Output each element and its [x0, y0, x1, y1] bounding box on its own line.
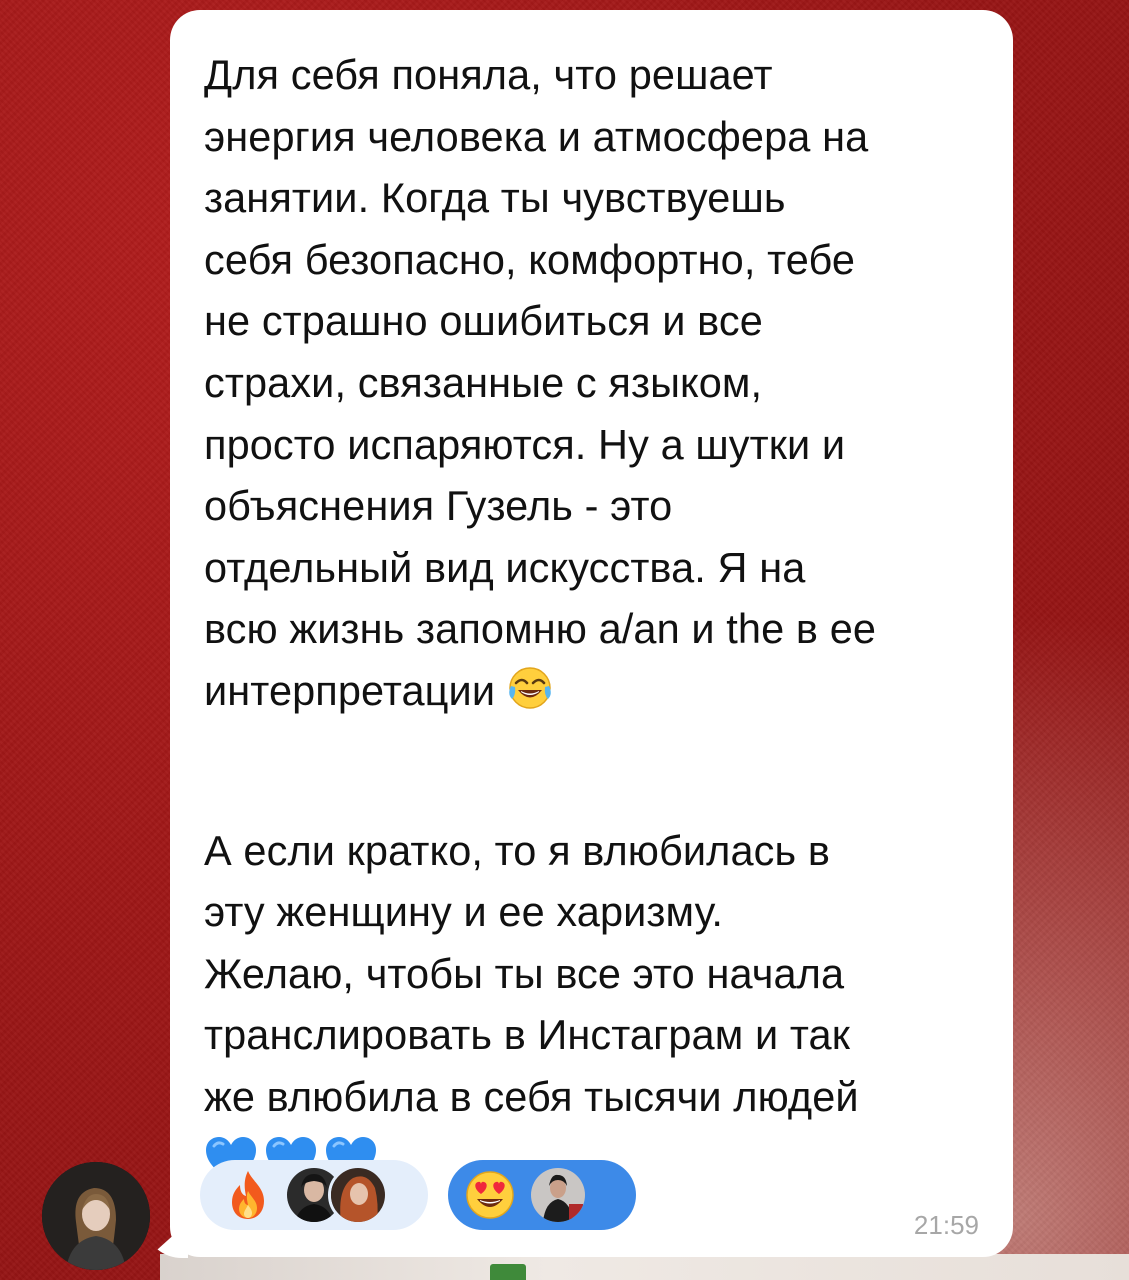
message-line: всю жизнь запомню a/an и the в ее [204, 605, 877, 653]
bottom-edge-mark [490, 1264, 526, 1280]
message-line: объяснения Гузель - это [204, 482, 673, 530]
message-line: интерпретации [204, 666, 496, 714]
reactor-avatar [528, 1165, 588, 1225]
sender-avatar[interactable] [42, 1162, 150, 1270]
reaction-fire[interactable] [200, 1160, 428, 1230]
face-with-tears-of-joy-icon [507, 665, 553, 728]
reactor-avatars [284, 1165, 388, 1225]
heart-eyes-icon [462, 1167, 518, 1223]
message-line: транслировать в Инстаграм и так [204, 1011, 850, 1059]
message-line-with-emoji: интерпретации [204, 660, 973, 728]
message-line: Для себя поняла, что решает [204, 51, 773, 98]
message-line: Желаю, чтобы ты все это начала [204, 949, 845, 997]
message-line: страхи, связанные с языком, [204, 358, 763, 406]
message-line: просто испаряются. Ну а шутки и [204, 420, 846, 468]
message-line: энергия человека и атмосфера на [204, 112, 869, 160]
message-line: себя безопасно, комфортно, тебе [204, 235, 856, 283]
bottom-photo-edge [160, 1254, 1129, 1280]
message-line: не страшно ошибиться и все [204, 297, 763, 345]
reactions-bar [200, 1160, 636, 1230]
message-text: Для себя поняла, что решает энергия чело… [204, 44, 973, 1186]
fire-icon [220, 1167, 276, 1223]
message-line: же влюбила в себя тысячи людей [204, 1072, 859, 1120]
reaction-heart-eyes[interactable] [448, 1160, 636, 1230]
message-line: А если кратко, то я влюбилась в [204, 826, 831, 874]
message-line: эту женщину и ее харизму. [204, 888, 723, 936]
reactor-avatar [328, 1165, 388, 1225]
message-bubble[interactable]: Для себя поняла, что решает энергия чело… [170, 10, 1013, 1257]
message-line: занятии. Когда ты чувствуешь [204, 174, 786, 222]
message-line: отдельный вид искусства. Я на [204, 543, 806, 591]
message-timestamp: 21:59 [913, 1210, 979, 1240]
